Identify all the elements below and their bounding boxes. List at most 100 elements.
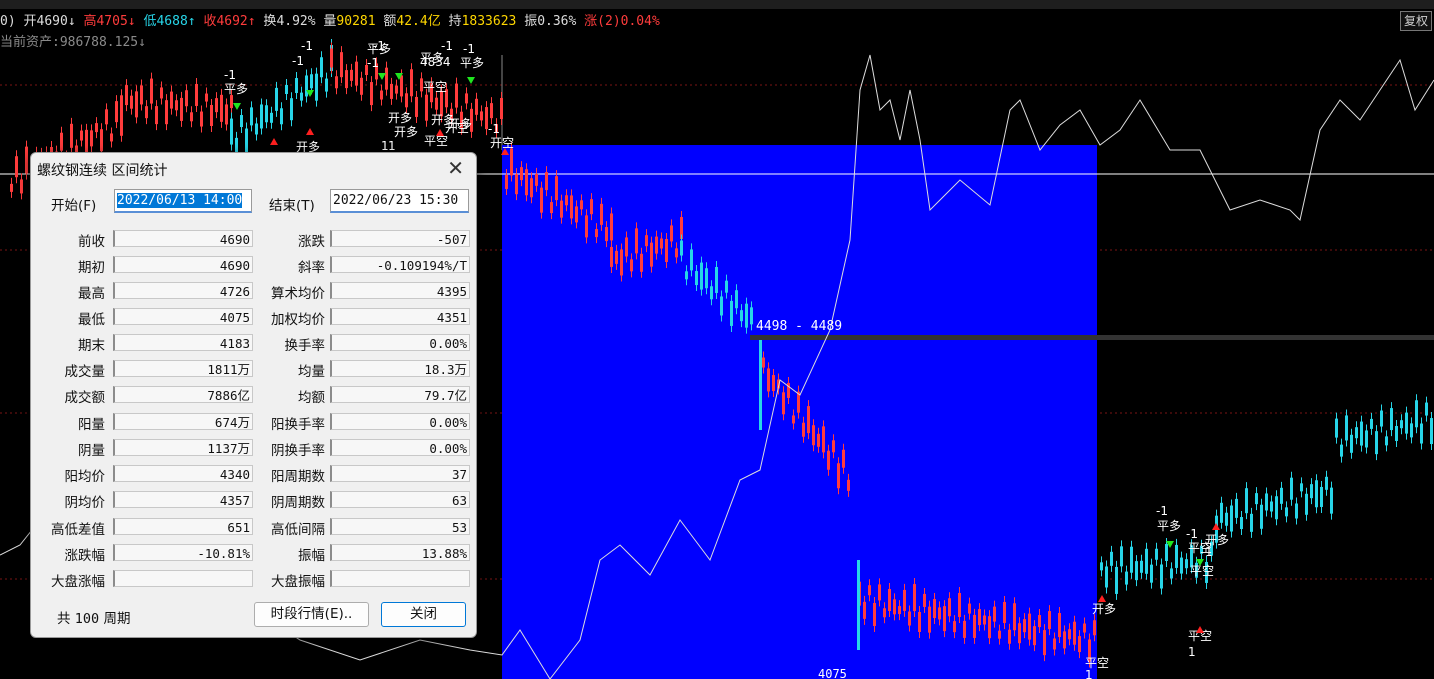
candle-body	[130, 95, 133, 109]
candle-body	[1175, 544, 1178, 568]
candle-body	[205, 93, 208, 102]
candle-body	[948, 598, 951, 617]
candle-body	[888, 589, 891, 612]
range-band	[750, 335, 1434, 340]
candle-body	[225, 104, 228, 125]
signal-label: -1	[441, 39, 453, 53]
stat-label: 斜率	[298, 260, 325, 276]
candle-body	[1415, 400, 1418, 428]
candle-body	[100, 129, 103, 152]
signal-label: 1	[1188, 645, 1196, 659]
stat-value: 4351	[330, 308, 470, 325]
stat-label: 阴周期数	[271, 495, 325, 511]
candle-body	[1390, 408, 1393, 431]
candle-body	[767, 368, 770, 392]
candle-body	[350, 69, 353, 81]
candle-body	[1105, 566, 1108, 588]
stat-label: 最低	[78, 312, 105, 328]
candle-body	[1018, 623, 1021, 644]
candle-body	[590, 199, 593, 215]
candle-body	[510, 148, 513, 176]
header-prefix: 0)	[0, 14, 16, 29]
candle-body	[385, 67, 388, 90]
candle-body	[410, 69, 413, 97]
end-label: 结束(T)	[269, 198, 315, 214]
amplitude-label: 振	[524, 14, 538, 29]
signal-label: 开多	[448, 117, 472, 131]
segment-quote-button[interactable]: 时段行情(E)..	[254, 602, 369, 627]
candle-body	[1410, 423, 1413, 438]
signal-arrow-up	[1098, 595, 1106, 602]
stat-label: 期初	[78, 260, 105, 276]
candle-body	[60, 132, 63, 151]
candle-body	[210, 104, 213, 126]
fq-button[interactable]: 复权	[1400, 11, 1432, 31]
candle-body	[520, 167, 523, 181]
end-date-field[interactable]: 2022/06/23 15:30	[330, 189, 469, 213]
candle-body	[903, 589, 906, 611]
candle-body	[675, 248, 678, 258]
candle-body	[938, 607, 941, 620]
candle-body	[988, 616, 991, 639]
candle-body	[125, 85, 128, 106]
low-label: 低	[143, 14, 157, 29]
candle-body	[275, 87, 278, 111]
candle-body	[1420, 423, 1423, 444]
stat-label: 成交量	[64, 364, 106, 380]
signal-label: -1	[488, 122, 500, 136]
candle-body	[650, 242, 653, 267]
candle-body	[1295, 503, 1298, 519]
candle-body	[745, 303, 748, 328]
close-icon[interactable]: ✕	[447, 158, 464, 178]
candle-body	[883, 608, 886, 618]
stat-value: 37	[330, 465, 470, 482]
candle-body	[500, 97, 503, 119]
candle-body	[525, 169, 528, 196]
close-button[interactable]: 关闭	[381, 602, 466, 627]
candle-body	[690, 249, 693, 271]
close-label: 收	[203, 14, 217, 29]
candle-body	[1305, 493, 1308, 515]
candle-body	[595, 229, 598, 238]
candle-body	[1395, 425, 1398, 441]
candle-body	[1120, 546, 1123, 567]
candle-body	[1310, 484, 1313, 499]
candle-body	[1053, 638, 1056, 650]
signal-label: 平多	[460, 56, 484, 70]
candle-body	[380, 90, 383, 100]
candle-body	[913, 584, 916, 612]
candle-body	[1083, 623, 1086, 633]
signal-label: 开多	[1092, 602, 1116, 616]
signal-label: -1	[292, 54, 304, 68]
turnover-value: 4.92%	[276, 14, 316, 29]
candle-body	[1038, 615, 1041, 628]
candle-body	[963, 620, 966, 638]
stat-value: 4340	[113, 465, 253, 482]
candle-body	[720, 296, 723, 316]
candle-body	[1013, 603, 1016, 631]
quote-info-bar: 0) 开4690↓ 高4705↓ 低4688↑ 收4692↑ 换4.92% 量9…	[0, 10, 660, 30]
candle-body	[605, 227, 608, 242]
candle-body	[300, 92, 303, 101]
stat-label: 振幅	[298, 548, 325, 564]
candle-body	[475, 98, 478, 115]
signal-label: 4834	[420, 55, 451, 69]
candle-body	[610, 213, 613, 241]
candle-body	[150, 78, 153, 104]
start-date-field[interactable]: 2022/06/13 14:00	[114, 189, 252, 213]
dialog-title: 螺纹钢连续 区间统计	[37, 163, 168, 179]
candle-body	[695, 271, 698, 286]
turnover-label: 换	[263, 14, 277, 29]
candle-body	[1003, 601, 1006, 623]
candle-body	[255, 123, 258, 135]
candle-body	[1145, 548, 1148, 574]
signal-label: 开多	[388, 111, 412, 125]
candle-body	[715, 266, 718, 293]
candle-body	[530, 178, 533, 198]
candle-body	[1235, 498, 1238, 518]
candle-body	[145, 106, 148, 119]
candle-body	[230, 118, 233, 145]
signal-label: 1	[381, 139, 389, 153]
signal-label: 平空	[423, 80, 447, 94]
candle-body	[570, 195, 573, 219]
